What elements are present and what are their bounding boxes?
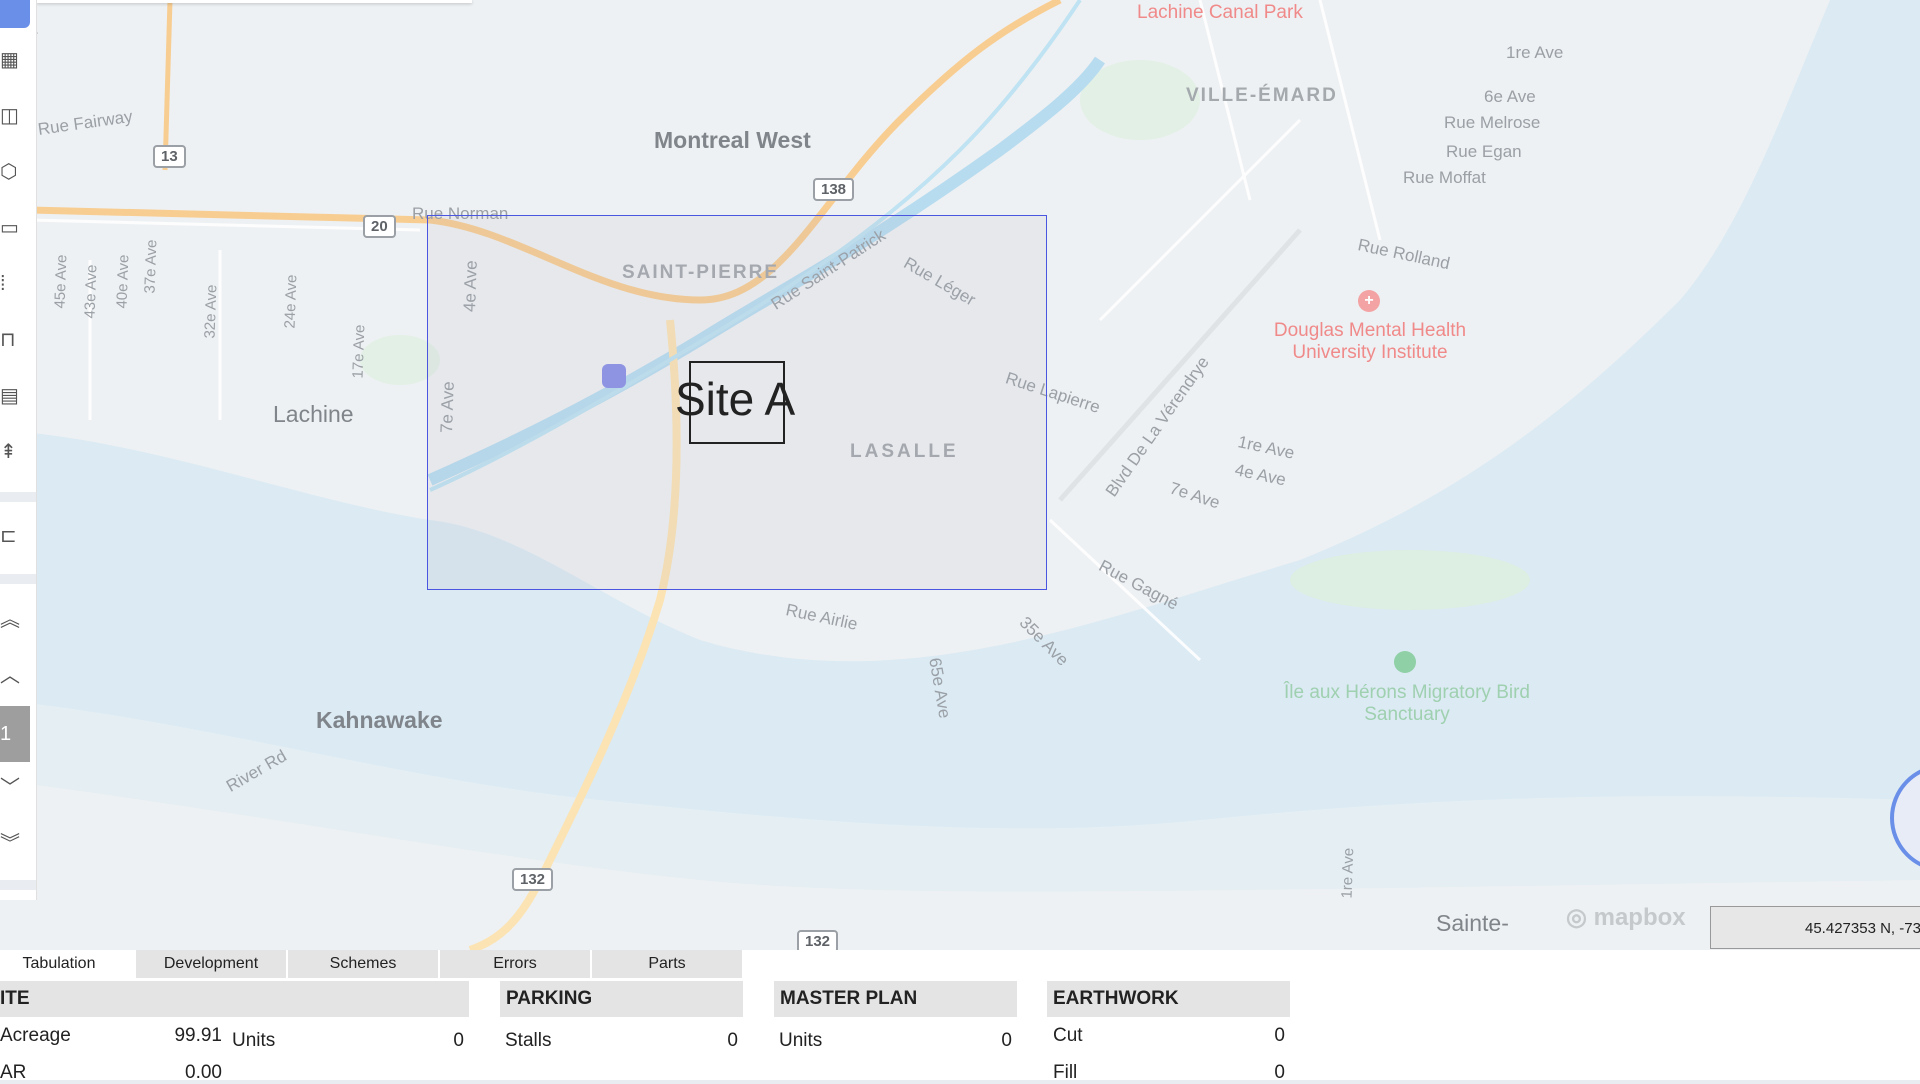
master-units-label: Units xyxy=(779,1030,823,1051)
site-panel: ITE xyxy=(0,981,469,1017)
map-label-6e-ave: 6e Ave xyxy=(1484,87,1536,106)
route-shield-132-a: 132 xyxy=(512,868,554,891)
mapbox-logo: ◎ mapbox xyxy=(1566,904,1686,931)
map-label-douglas: Douglas Mental Health University Institu… xyxy=(1273,320,1467,363)
map-label-kahnawake: Kahnawake xyxy=(316,707,443,733)
ruler-icon[interactable]: ▤ xyxy=(0,378,30,414)
tab-schemes[interactable]: Schemes xyxy=(288,950,438,978)
tab-development[interactable]: Development xyxy=(136,950,286,978)
map-label-ville-emard: VILLE-ÉMARD xyxy=(1186,85,1338,106)
park-marker-icon xyxy=(1394,651,1416,673)
add-shape-icon[interactable]: ⊏ xyxy=(0,518,30,554)
far-label: AR xyxy=(0,1062,27,1083)
tab-tabulation[interactable]: Tabulation xyxy=(0,950,118,978)
parking-icon[interactable]: ⁞ xyxy=(0,266,30,302)
site-units-label: Units xyxy=(232,1030,276,1051)
tab-parts[interactable]: Parts xyxy=(592,950,742,978)
level-indicator[interactable]: 1 xyxy=(0,706,30,762)
toolbar-separator xyxy=(0,880,36,890)
map-label-lachine-canal-park: Lachine Canal Park xyxy=(1137,2,1303,23)
map-label-montreal-west: Montreal West xyxy=(654,127,811,153)
polygon-icon[interactable]: ⬡ xyxy=(0,154,30,190)
map-label-1re-ave-c: 1re Ave xyxy=(1338,847,1358,899)
route-shield-132-b: 132 xyxy=(797,930,839,950)
map-label-heron-sanctuary: Île aux Hérons Migratory Bird Sanctuary xyxy=(1283,682,1531,725)
map-label-sainte: Sainte- xyxy=(1436,910,1509,936)
route-shield-138: 138 xyxy=(813,178,855,201)
parking-panel-title: PARKING xyxy=(500,981,743,1017)
acreage-label: Acreage xyxy=(0,1025,71,1046)
tab-errors[interactable]: Errors xyxy=(440,950,590,978)
chevron-down-icon[interactable]: ﹀ xyxy=(0,770,30,806)
select-tool-icon[interactable] xyxy=(0,0,30,28)
map-label-rue-egan: Rue Egan xyxy=(1446,142,1522,161)
stalls-label: Stalls xyxy=(505,1030,552,1051)
far-value: 0.00 xyxy=(185,1062,222,1083)
map-label-37e-ave: 37e Ave xyxy=(141,239,161,294)
coordinate-readout: 45.427353 N, -73 xyxy=(1710,906,1920,949)
car-icon[interactable]: ▭ xyxy=(0,210,30,246)
tree-icon[interactable]: ⇞ xyxy=(0,434,30,470)
left-toolbar: ▦ ◫ ⬡ ▭ ⁞ ⊓ ▤ ⇞ ⊏ ︽ ︿ 1 ﹀ ︾ xyxy=(0,0,37,900)
master-plan-panel: MASTER PLAN xyxy=(774,981,1017,1017)
master-plan-panel-title: MASTER PLAN xyxy=(774,981,1017,1017)
map-label-lachine: Lachine xyxy=(273,401,354,427)
map-label-1re-ave: 1re Ave xyxy=(1506,43,1564,62)
map-label-rue-melrose: Rue Melrose xyxy=(1444,113,1541,132)
earthwork-panel: EARTHWORK xyxy=(1047,981,1290,1017)
map-label-24e-ave: 24e Ave xyxy=(281,274,301,329)
fill-value: 0 xyxy=(1274,1062,1285,1083)
map-label-32e-ave: 32e Ave xyxy=(201,284,221,339)
map-label-43e-ave: 43e Ave xyxy=(81,264,101,319)
master-units-value: 0 xyxy=(1001,1030,1012,1051)
building-icon[interactable]: ▦ xyxy=(0,42,30,78)
route-shield-20: 20 xyxy=(363,215,396,238)
bench-icon[interactable]: ⊓ xyxy=(0,322,30,358)
map-canvas[interactable]: Lachine Canal Park Montreal West VILLE-É… xyxy=(0,0,1920,950)
earthwork-panel-title: EARTHWORK xyxy=(1047,981,1290,1017)
cut-value: 0 xyxy=(1274,1025,1285,1046)
toolbar-separator xyxy=(0,492,36,502)
hospital-icon: + xyxy=(1358,290,1380,312)
map-label-40e-ave: 40e Ave xyxy=(113,254,133,309)
search-bar[interactable] xyxy=(36,0,472,3)
layers-icon[interactable]: ◫ xyxy=(0,98,30,134)
bottom-panel: Tabulation Development Schemes Errors Pa… xyxy=(0,950,1920,1083)
map-label-rue-moffat: Rue Moffat xyxy=(1403,168,1486,187)
map-label-17e-ave: 17e Ave xyxy=(349,324,369,379)
site-units-value: 0 xyxy=(453,1030,464,1051)
fill-label: Fill xyxy=(1053,1062,1078,1083)
chevron-up-icon[interactable]: ︿ xyxy=(0,658,30,694)
map-label-45e-ave: 45e Ave xyxy=(51,254,71,309)
chevron-double-up-icon[interactable]: ︽ xyxy=(0,602,30,638)
cut-label: Cut xyxy=(1053,1025,1083,1046)
site-label: Site A xyxy=(675,373,796,425)
parking-panel: PARKING xyxy=(500,981,743,1017)
site-panel-title: ITE xyxy=(0,981,469,1017)
acreage-value: 99.91 xyxy=(174,1025,222,1046)
route-shield-13: 13 xyxy=(153,145,186,168)
chevron-double-down-icon[interactable]: ︾ xyxy=(0,826,30,862)
stalls-value: 0 xyxy=(727,1030,738,1051)
toolbar-separator xyxy=(0,574,36,584)
